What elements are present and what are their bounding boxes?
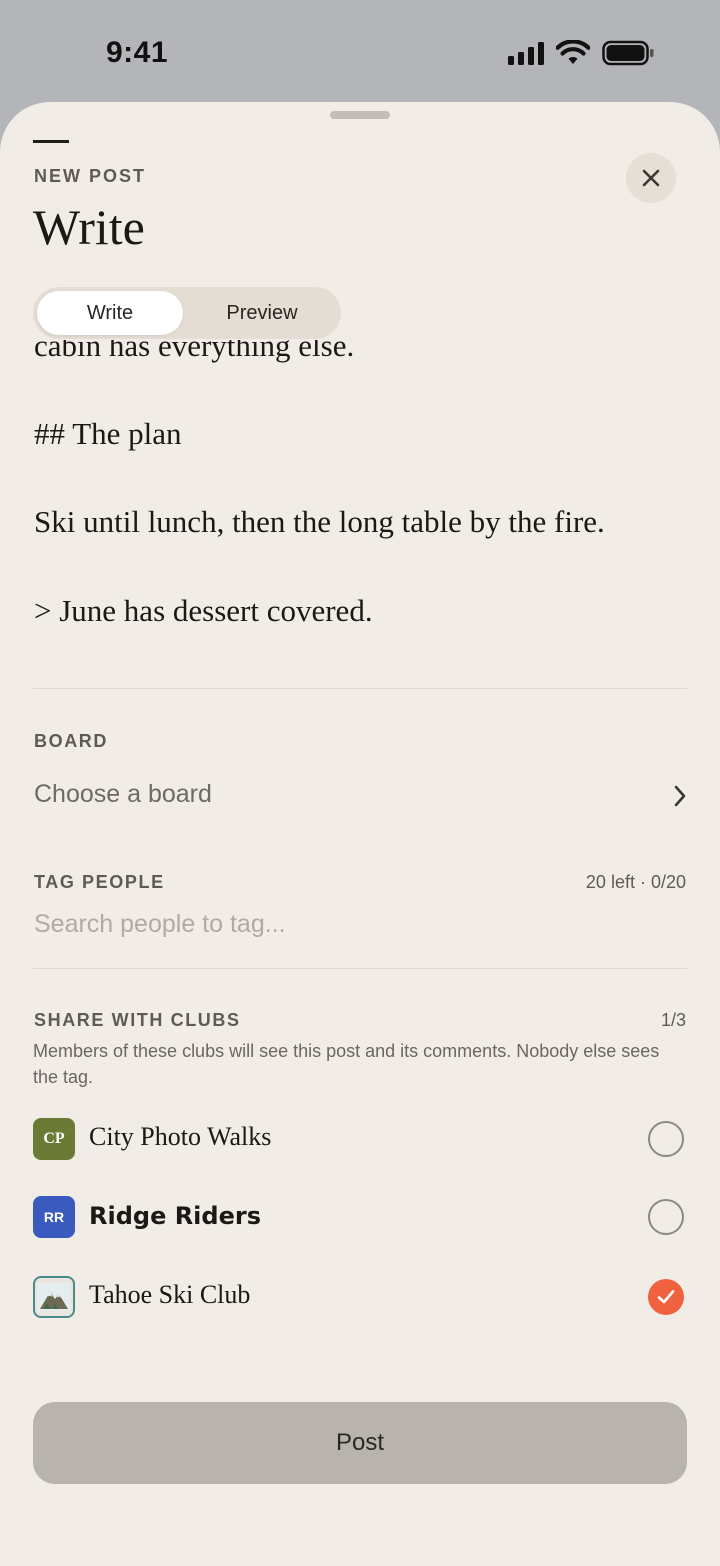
sheet-eyebrow: NEW POST [34,166,147,186]
club-name: Tahoe Ski Club [89,1280,251,1309]
decorative-dash [33,140,69,143]
status-bar: 9:41 [0,0,720,104]
club-avatar: RR [33,1196,75,1238]
divider [33,688,687,689]
editor-line: cabin has everything else. [34,340,355,363]
status-icons [508,40,654,66]
post-button[interactable]: Post [33,1402,687,1484]
board-picker[interactable]: Choose a board [33,766,687,826]
editor-line: Ski until lunch, then the long table by … [34,504,605,539]
club-select-radio[interactable] [648,1199,684,1235]
tag-people-counter: 20 left · 0/20 [585,872,686,892]
divider [33,968,687,969]
tag-people-search-input[interactable]: Search people to tag... [34,910,686,954]
status-time: 9:41 [106,36,169,69]
mode-segmented-control: Write Preview [33,287,341,339]
close-button[interactable] [626,153,676,203]
club-name: City Photo Walks [89,1122,272,1151]
club-avatar: CP [33,1118,75,1160]
tab-preview[interactable]: Preview [187,291,337,335]
tag-people-label: TAG PEOPLE [34,872,165,892]
checkmark-icon [657,1290,675,1304]
cellular-signal-icon [508,41,544,65]
club-select-radio-checked[interactable] [648,1279,684,1315]
editor-line: > June has dessert covered. [34,593,373,628]
tab-write[interactable]: Write [37,291,183,335]
sheet-grabber[interactable] [330,111,390,119]
share-with-clubs-counter: 1/3 [660,1010,686,1030]
mountain-icon [38,1283,70,1311]
board-label: BOARD [34,731,108,751]
club-name: Ridge Riders [89,1202,261,1230]
post-body-editor[interactable]: cabin has everything else. ## The plan S… [0,340,720,680]
new-post-sheet: NEW POST Write Write Preview cabin has e… [0,102,720,1566]
sheet-title: Write [33,199,145,255]
wifi-icon [556,40,590,64]
club-select-radio[interactable] [648,1121,684,1157]
board-placeholder: Choose a board [34,780,212,808]
club-item-ridge-riders[interactable]: RR Ridge Riders [33,1187,687,1247]
share-with-clubs-description: Members of these clubs will see this pos… [33,1041,660,1087]
editor-line: ## The plan [34,416,182,451]
club-avatar [33,1276,75,1318]
club-item-tahoe-ski-club[interactable]: Tahoe Ski Club [33,1267,687,1327]
club-item-city-photo-walks[interactable]: CP City Photo Walks [33,1109,687,1169]
chevron-right-icon [674,785,686,807]
share-with-clubs-label: SHARE WITH CLUBS [34,1010,241,1030]
battery-icon [602,40,654,66]
close-icon [642,169,660,187]
